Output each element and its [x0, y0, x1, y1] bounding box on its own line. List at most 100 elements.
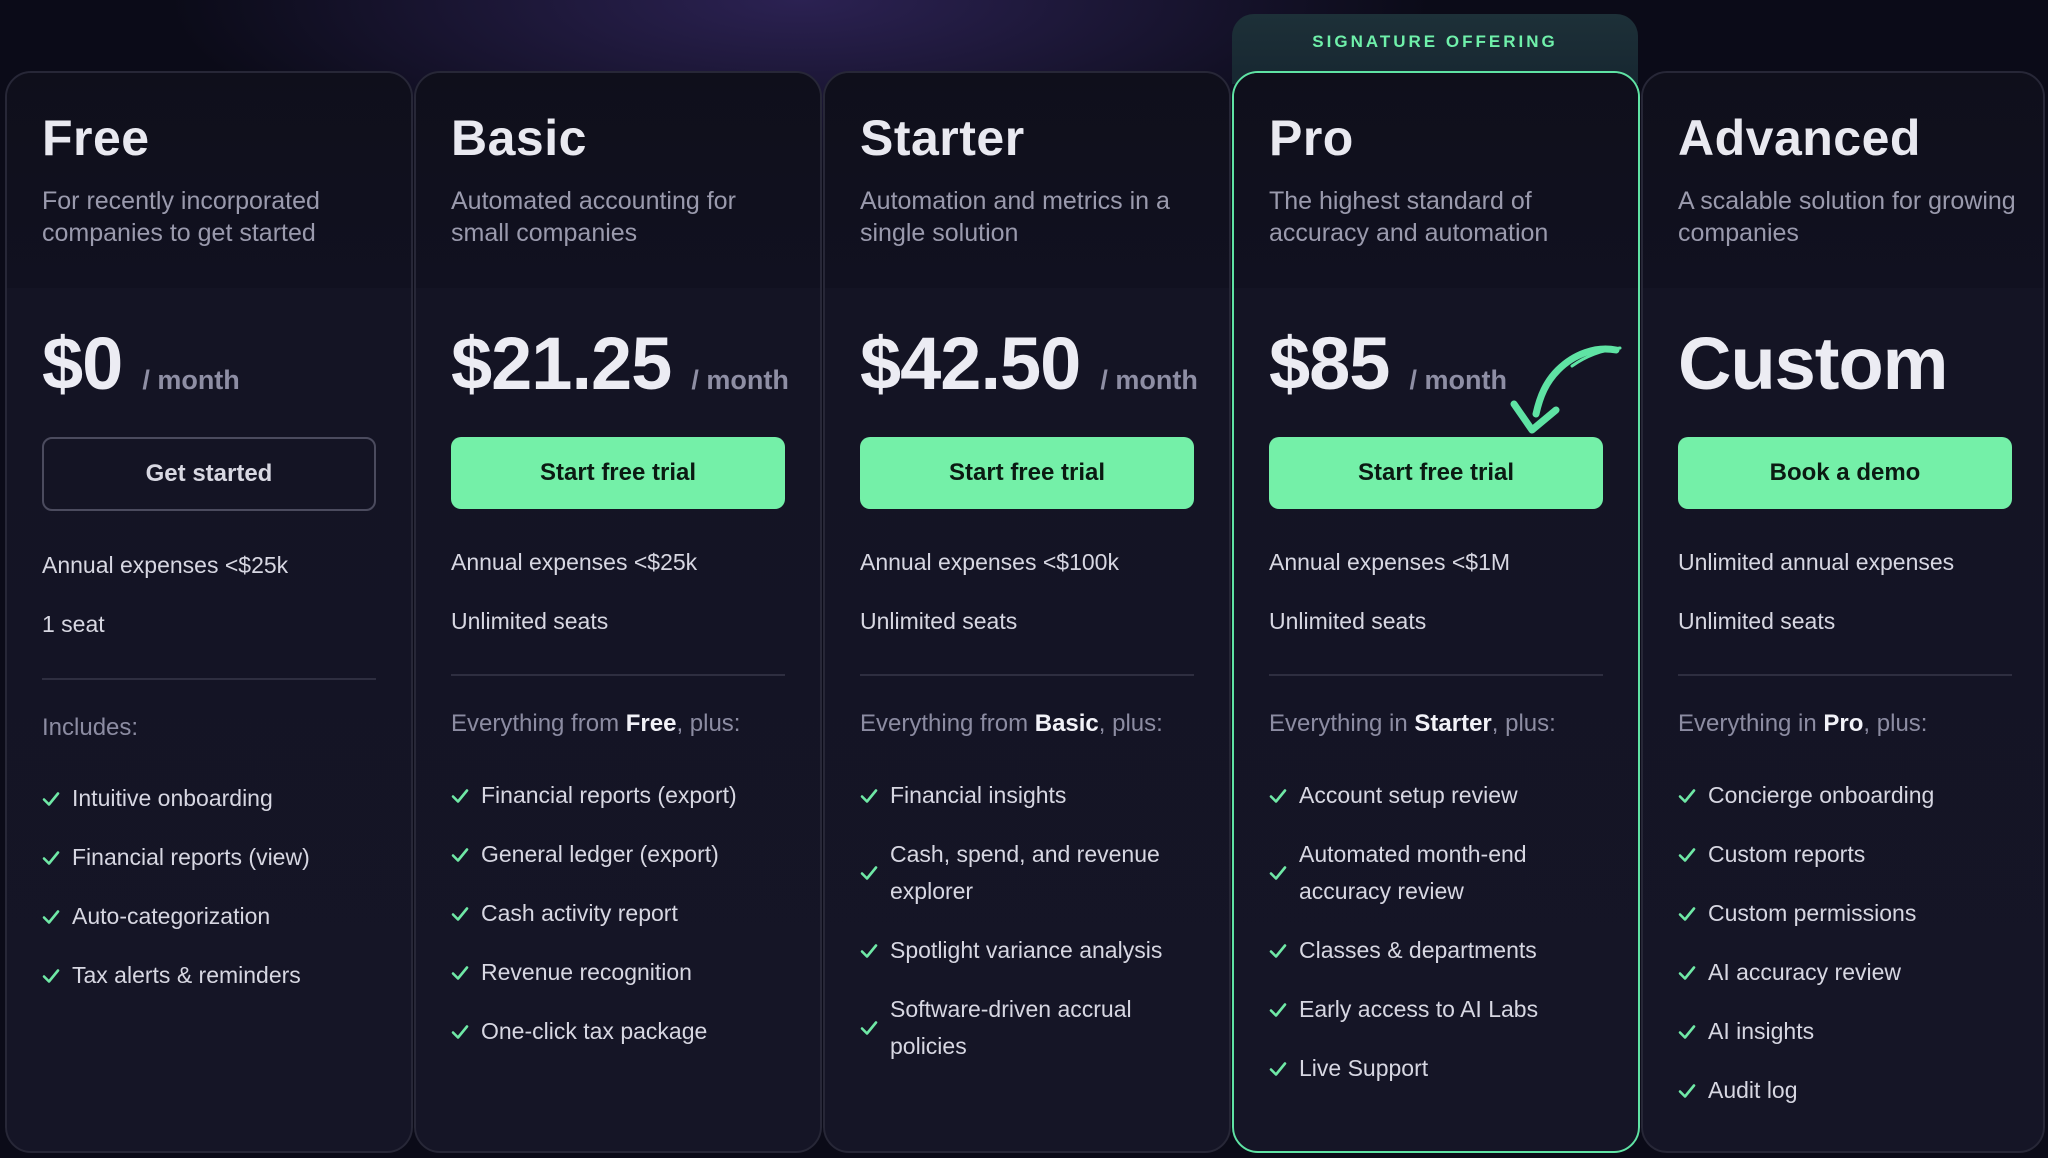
includes-suffix: , plus:: [1098, 710, 1163, 737]
limit-expenses: Annual expenses <$25k: [451, 549, 698, 575]
feature-label: General ledger (export): [481, 841, 719, 867]
check-icon: [42, 848, 72, 868]
includes-heading: Everything from Basic, plus:: [860, 710, 1163, 738]
feature-item: Cash, spend, and revenue explorer: [860, 825, 1200, 921]
includes-plan: Pro: [1823, 710, 1864, 737]
feature-item: Automated month-end accuracy review: [1269, 825, 1609, 921]
plan-period: / month: [142, 365, 240, 395]
plan-name: Free: [42, 110, 150, 166]
plan-price: $85: [1269, 322, 1390, 405]
feature-label: Financial insights: [890, 782, 1067, 808]
check-icon: [1678, 963, 1708, 983]
limit-expenses: Unlimited annual expenses: [1678, 549, 1955, 575]
feature-list: Financial insights Cash, spend, and reve…: [860, 766, 1200, 1076]
check-icon: [451, 786, 481, 806]
check-icon: [42, 789, 72, 809]
includes-plan: Starter: [1414, 710, 1492, 737]
check-icon: [42, 966, 72, 986]
check-icon: [1269, 786, 1299, 806]
price-row: Custom: [1678, 321, 1967, 406]
feature-item: Custom reports: [1678, 825, 2018, 884]
feature-label: Cash, spend, and revenue explorer: [890, 841, 1160, 904]
plan-name: Basic: [451, 110, 587, 166]
includes-heading: Everything from Free, plus:: [451, 710, 740, 738]
divider: [1678, 674, 2012, 676]
limit-expenses: Annual expenses <$25k: [42, 552, 289, 578]
feature-label: AI insights: [1708, 1018, 1815, 1044]
feature-item: Early access to AI Labs: [1269, 980, 1609, 1039]
feature-item: AI accuracy review: [1678, 943, 2018, 1002]
plan-limits: Annual expenses <$25k 1 seat: [42, 549, 288, 667]
check-icon: [860, 1018, 890, 1038]
check-icon: [1269, 941, 1299, 961]
plan-period: / month: [1409, 365, 1507, 395]
price-row: $0 / month: [42, 321, 240, 406]
divider: [42, 678, 376, 680]
includes-prefix: Everything from: [860, 710, 1035, 737]
plan-card-basic: Basic Automated accounting for small com…: [414, 71, 822, 1153]
feature-label: Financial reports (view): [72, 844, 310, 870]
check-icon: [1678, 845, 1708, 865]
check-icon: [451, 963, 481, 983]
feature-item: AI insights: [1678, 1002, 2018, 1061]
feature-label: Concierge onboarding: [1708, 782, 1935, 808]
start-free-trial-button[interactable]: Start free trial: [1269, 437, 1603, 509]
feature-item: Custom permissions: [1678, 884, 2018, 943]
feature-label: Intuitive onboarding: [72, 785, 273, 811]
includes-plan: Basic: [1034, 710, 1099, 737]
feature-list: Account setup review Automated month-end…: [1269, 766, 1609, 1098]
feature-item: Live Support: [1269, 1039, 1609, 1098]
feature-item: Auto-categorization: [42, 887, 382, 946]
check-icon: [1269, 1000, 1299, 1020]
plan-card-free: Free For recently incorporated companies…: [5, 71, 413, 1153]
feature-label: Classes & departments: [1299, 937, 1537, 963]
check-icon: [1269, 1059, 1299, 1079]
check-icon: [1678, 1022, 1708, 1042]
get-started-button[interactable]: Get started: [42, 437, 376, 511]
plan-name: Starter: [860, 110, 1025, 166]
feature-label: Cash activity report: [481, 900, 678, 926]
feature-item: Cash activity report: [451, 884, 791, 943]
price-row: $42.50 / month: [860, 321, 1198, 406]
feature-label: Revenue recognition: [481, 959, 692, 985]
check-icon: [451, 1022, 481, 1042]
check-icon: [860, 941, 890, 961]
plan-name: Advanced: [1678, 110, 1921, 166]
check-icon: [451, 845, 481, 865]
feature-item: Financial reports (export): [451, 766, 791, 825]
plan-description: Automated accounting for small companies: [451, 187, 736, 247]
divider: [451, 674, 785, 676]
feature-list: Financial reports (export) General ledge…: [451, 766, 791, 1061]
includes-heading: Everything in Starter, plus:: [1269, 710, 1556, 738]
includes-prefix: Everything in: [1678, 710, 1824, 737]
limit-seats: Unlimited seats: [1678, 608, 1836, 634]
includes-heading: Includes:: [42, 714, 138, 742]
start-free-trial-button[interactable]: Start free trial: [451, 437, 785, 509]
start-free-trial-button[interactable]: Start free trial: [860, 437, 1194, 509]
plan-description: Automation and metrics in a single solut…: [860, 187, 1170, 247]
includes-heading: Everything in Pro, plus:: [1678, 710, 1927, 738]
includes-suffix: , plus:: [1491, 710, 1556, 737]
feature-item: Audit log: [1678, 1061, 2018, 1120]
feature-label: One-click tax package: [481, 1018, 708, 1044]
check-icon: [1678, 1081, 1708, 1101]
feature-item: General ledger (export): [451, 825, 791, 884]
includes-prefix: Everything in: [1269, 710, 1415, 737]
feature-label: Financial reports (export): [481, 782, 737, 808]
includes-plan: Free: [625, 710, 677, 737]
feature-item: Financial reports (view): [42, 828, 382, 887]
feature-label: Spotlight variance analysis: [890, 937, 1163, 963]
includes-prefix: Includes:: [42, 714, 139, 741]
limit-seats: Unlimited seats: [451, 608, 609, 634]
feature-item: Classes & departments: [1269, 921, 1609, 980]
feature-label: AI accuracy review: [1708, 959, 1902, 985]
plan-name: Pro: [1269, 110, 1354, 166]
limit-expenses: Annual expenses <$100k: [860, 549, 1119, 575]
book-demo-button[interactable]: Book a demo: [1678, 437, 2012, 509]
feature-list: Concierge onboarding Custom reports Cust…: [1678, 766, 2018, 1120]
divider: [860, 674, 1194, 676]
feature-item: Spotlight variance analysis: [860, 921, 1200, 980]
check-icon: [451, 904, 481, 924]
feature-label: Custom permissions: [1708, 900, 1917, 926]
feature-item: Account setup review: [1269, 766, 1609, 825]
